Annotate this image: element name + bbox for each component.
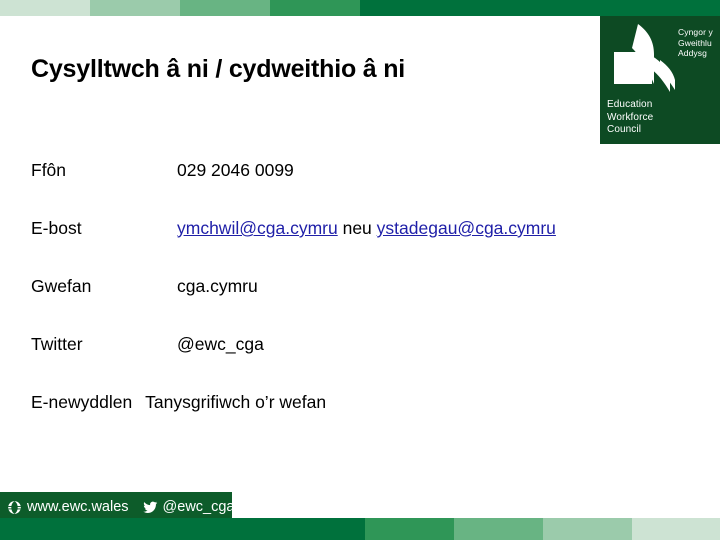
top-stripe-band-2	[90, 0, 180, 16]
contact-value-twitter: @ewc_cga	[177, 334, 264, 354]
logo-english-line-3: Council	[607, 124, 642, 135]
logo-english-text: Education Workforce Council	[607, 99, 685, 137]
bottom-stripe-band-1	[0, 518, 365, 540]
top-stripe-band-4	[270, 0, 360, 16]
footer-twitter[interactable]: @ewc_cga	[142, 499, 235, 516]
top-stripe-band-3	[180, 0, 270, 16]
top-stripe-band-1	[0, 0, 90, 16]
logo-welsh-line-2: Gweithlu	[678, 37, 712, 48]
email-separator-word: neu	[342, 218, 372, 238]
contact-label-twitter: Twitter	[31, 334, 83, 354]
contact-row-phone: Ffôn 029 2046 0099	[31, 160, 691, 218]
contact-row-twitter: Twitter @ewc_cga	[31, 334, 691, 392]
contact-label-phone: Ffôn	[31, 160, 67, 180]
contact-list: Ffôn 029 2046 0099 E-bost ymchwil@cga.cy…	[31, 160, 691, 450]
logo-english-line-2: Workforce	[607, 111, 654, 123]
contact-label-newsletter: E-newyddlen	[31, 392, 133, 412]
contact-value-email: ymchwil@cga.cymru neu ystadegau@cga.cymr…	[177, 218, 691, 239]
page-title: Cysylltwch â ni / cydweithio â ni	[31, 55, 406, 83]
logo-welsh-text: Cyngor y Gweithlu Addysg	[678, 27, 720, 59]
contact-label-email: E-bost	[31, 218, 82, 238]
bottom-stripe-band-5	[632, 518, 720, 540]
bottom-stripe-band-3	[454, 518, 543, 540]
footer-website[interactable]: www.ewc.wales	[6, 499, 129, 516]
slide-canvas: Cyngor y Gweithlu Addysg Education Workf…	[0, 0, 720, 540]
ewc-book-pages-mark	[608, 22, 678, 100]
ewc-logo-panel: Cyngor y Gweithlu Addysg Education Workf…	[600, 16, 720, 144]
logo-english-line-1: Education	[607, 99, 653, 110]
contact-value-website: cga.cymru	[177, 276, 258, 296]
contact-value-newsletter: Tanysgrifiwch o’r wefan	[145, 392, 327, 412]
logo-welsh-line-3: Addysg	[678, 48, 707, 58]
contact-label-website: Gwefan	[31, 276, 92, 296]
globe-icon	[6, 499, 23, 516]
contact-row-email: E-bost ymchwil@cga.cymru neu ystadegau@c…	[31, 218, 691, 276]
top-stripe-band-5	[360, 0, 720, 16]
twitter-bird-icon	[142, 499, 159, 516]
bottom-stripe-band-4	[543, 518, 632, 540]
email-link-primary[interactable]: ymchwil@cga.cymru	[177, 218, 338, 238]
contact-row-newsletter: E-newyddlen Tanysgrifiwch o’r wefan	[31, 392, 691, 450]
footer-website-label: www.ewc.wales	[27, 499, 129, 515]
footer-twitter-label: @ewc_cga	[162, 499, 235, 515]
bottom-stripe-band-2	[365, 518, 454, 540]
bottom-stripe	[0, 518, 720, 540]
top-stripe	[0, 0, 720, 16]
email-link-secondary[interactable]: ystadegau@cga.cymru	[377, 218, 556, 238]
logo-welsh-line-1: Cyngor y	[678, 27, 713, 37]
contact-value-phone: 029 2046 0099	[177, 160, 294, 180]
contact-row-website: Gwefan cga.cymru	[31, 276, 691, 334]
